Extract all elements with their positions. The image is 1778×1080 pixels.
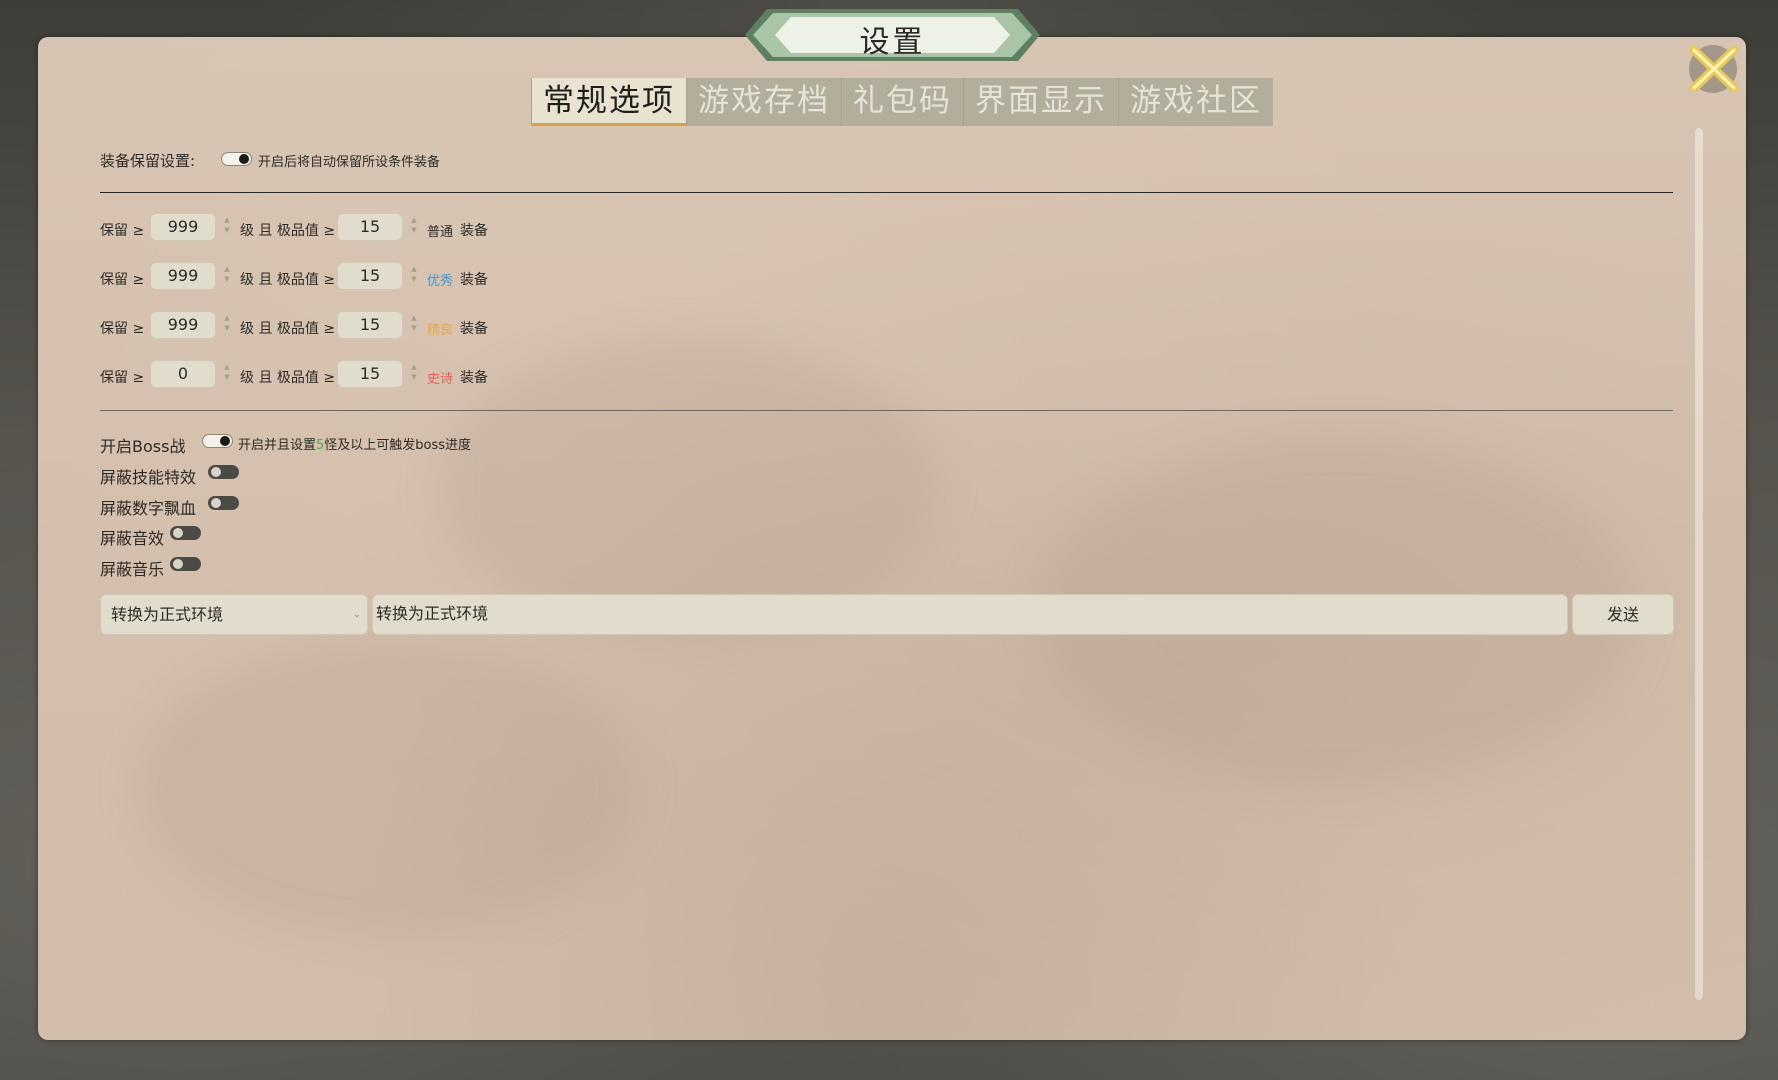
retain-prefix-label: 保留 ≥ bbox=[100, 223, 145, 239]
retain-suffix-label: 装备 bbox=[460, 321, 488, 337]
tab-save[interactable]: 游戏存档 bbox=[686, 78, 841, 126]
retain-suffix-label: 装备 bbox=[460, 223, 488, 239]
quality-value-input[interactable]: 15 bbox=[337, 311, 403, 339]
command-input[interactable]: 转换为正式环境 bbox=[372, 594, 1568, 635]
retain-prefix-label: 保留 ≥ bbox=[100, 272, 145, 288]
boss-desc-post: 怪及以上可触发boss进度 bbox=[324, 438, 472, 453]
mute-sfx-label: 屏蔽音效 bbox=[100, 529, 165, 548]
send-button[interactable]: 发送 bbox=[1572, 594, 1674, 635]
quality-value-stepper[interactable]: ▲ ▼ bbox=[409, 362, 419, 386]
retain-mid-label: 级 且 极品值 ≥ bbox=[240, 272, 336, 288]
page-title: 设置 bbox=[859, 25, 926, 60]
tab-gift-code[interactable]: 礼包码 bbox=[841, 78, 963, 126]
boss-desc-pre: 开启并且设置 bbox=[238, 438, 317, 453]
hide-damage-numbers-label: 屏蔽数字飘血 bbox=[100, 499, 197, 518]
hide-skill-fx-toggle[interactable] bbox=[208, 465, 239, 479]
retain-prefix-label: 保留 ≥ bbox=[100, 370, 145, 386]
quality-tier-label: 普通 bbox=[427, 225, 454, 240]
background-mist bbox=[138, 637, 638, 937]
retain-mid-label: 级 且 极品值 ≥ bbox=[240, 223, 336, 239]
environment-select[interactable]: 转换为正式环境 ⌄ bbox=[100, 594, 368, 635]
quality-value-stepper[interactable]: ▲ ▼ bbox=[409, 215, 419, 239]
settings-panel bbox=[38, 37, 1746, 1040]
level-input[interactable]: 999 bbox=[150, 262, 216, 290]
level-stepper[interactable]: ▲ ▼ bbox=[222, 264, 232, 288]
tab-display[interactable]: 界面显示 bbox=[963, 78, 1118, 126]
boss-toggle[interactable] bbox=[202, 434, 233, 448]
mute-music-toggle[interactable] bbox=[170, 557, 201, 571]
tab-community[interactable]: 游戏社区 bbox=[1118, 78, 1273, 126]
quality-tier-label: 精良 bbox=[427, 323, 454, 338]
quality-value-input[interactable]: 15 bbox=[337, 360, 403, 388]
quality-value-stepper[interactable]: ▲ ▼ bbox=[409, 313, 419, 337]
close-button[interactable] bbox=[1684, 42, 1742, 96]
scrollbar[interactable] bbox=[1695, 128, 1703, 1000]
level-input[interactable]: 0 bbox=[150, 360, 216, 388]
chevron-down-icon: ⌄ bbox=[352, 609, 361, 620]
tab-general[interactable]: 常规选项 bbox=[531, 78, 686, 126]
quality-value-stepper[interactable]: ▲ ▼ bbox=[409, 264, 419, 288]
mute-sfx-toggle[interactable] bbox=[170, 526, 201, 540]
retain-mid-label: 级 且 极品值 ≥ bbox=[240, 370, 336, 386]
boss-desc: 开启并且设置5怪及以上可触发boss进度 bbox=[238, 434, 471, 453]
mute-music-label: 屏蔽音乐 bbox=[100, 560, 165, 579]
level-stepper[interactable]: ▲ ▼ bbox=[222, 313, 232, 337]
retain-mid-label: 级 且 极品值 ≥ bbox=[240, 321, 336, 337]
quality-value-input[interactable]: 15 bbox=[337, 213, 403, 241]
retain-suffix-label: 装备 bbox=[460, 370, 488, 386]
quality-tier-label: 史诗 bbox=[427, 372, 454, 387]
boss-label: 开启Boss战 bbox=[100, 437, 186, 456]
title-plaque: 设置 bbox=[745, 5, 1040, 65]
environment-select-value: 转换为正式环境 bbox=[111, 605, 224, 624]
retain-prefix-label: 保留 ≥ bbox=[100, 321, 145, 337]
level-stepper[interactable]: ▲ ▼ bbox=[222, 362, 232, 386]
retain-suffix-label: 装备 bbox=[460, 272, 488, 288]
equip-retention-toggle[interactable] bbox=[221, 152, 252, 166]
divider bbox=[100, 410, 1673, 411]
tab-bar: 常规选项 游戏存档 礼包码 界面显示 游戏社区 bbox=[531, 78, 1273, 126]
level-input[interactable]: 999 bbox=[150, 213, 216, 241]
equip-retention-desc: 开启后将自动保留所设条件装备 bbox=[258, 155, 441, 170]
hide-damage-numbers-toggle[interactable] bbox=[208, 496, 239, 510]
level-stepper[interactable]: ▲ ▼ bbox=[222, 215, 232, 239]
quality-value-input[interactable]: 15 bbox=[337, 262, 403, 290]
close-icon bbox=[1689, 45, 1739, 93]
background-mist bbox=[438, 337, 938, 637]
level-input[interactable]: 999 bbox=[150, 311, 216, 339]
equip-retention-label: 装备保留设置: bbox=[100, 152, 196, 170]
hide-skill-fx-label: 屏蔽技能特效 bbox=[100, 468, 197, 487]
divider bbox=[100, 192, 1673, 193]
quality-tier-label: 优秀 bbox=[427, 274, 454, 289]
